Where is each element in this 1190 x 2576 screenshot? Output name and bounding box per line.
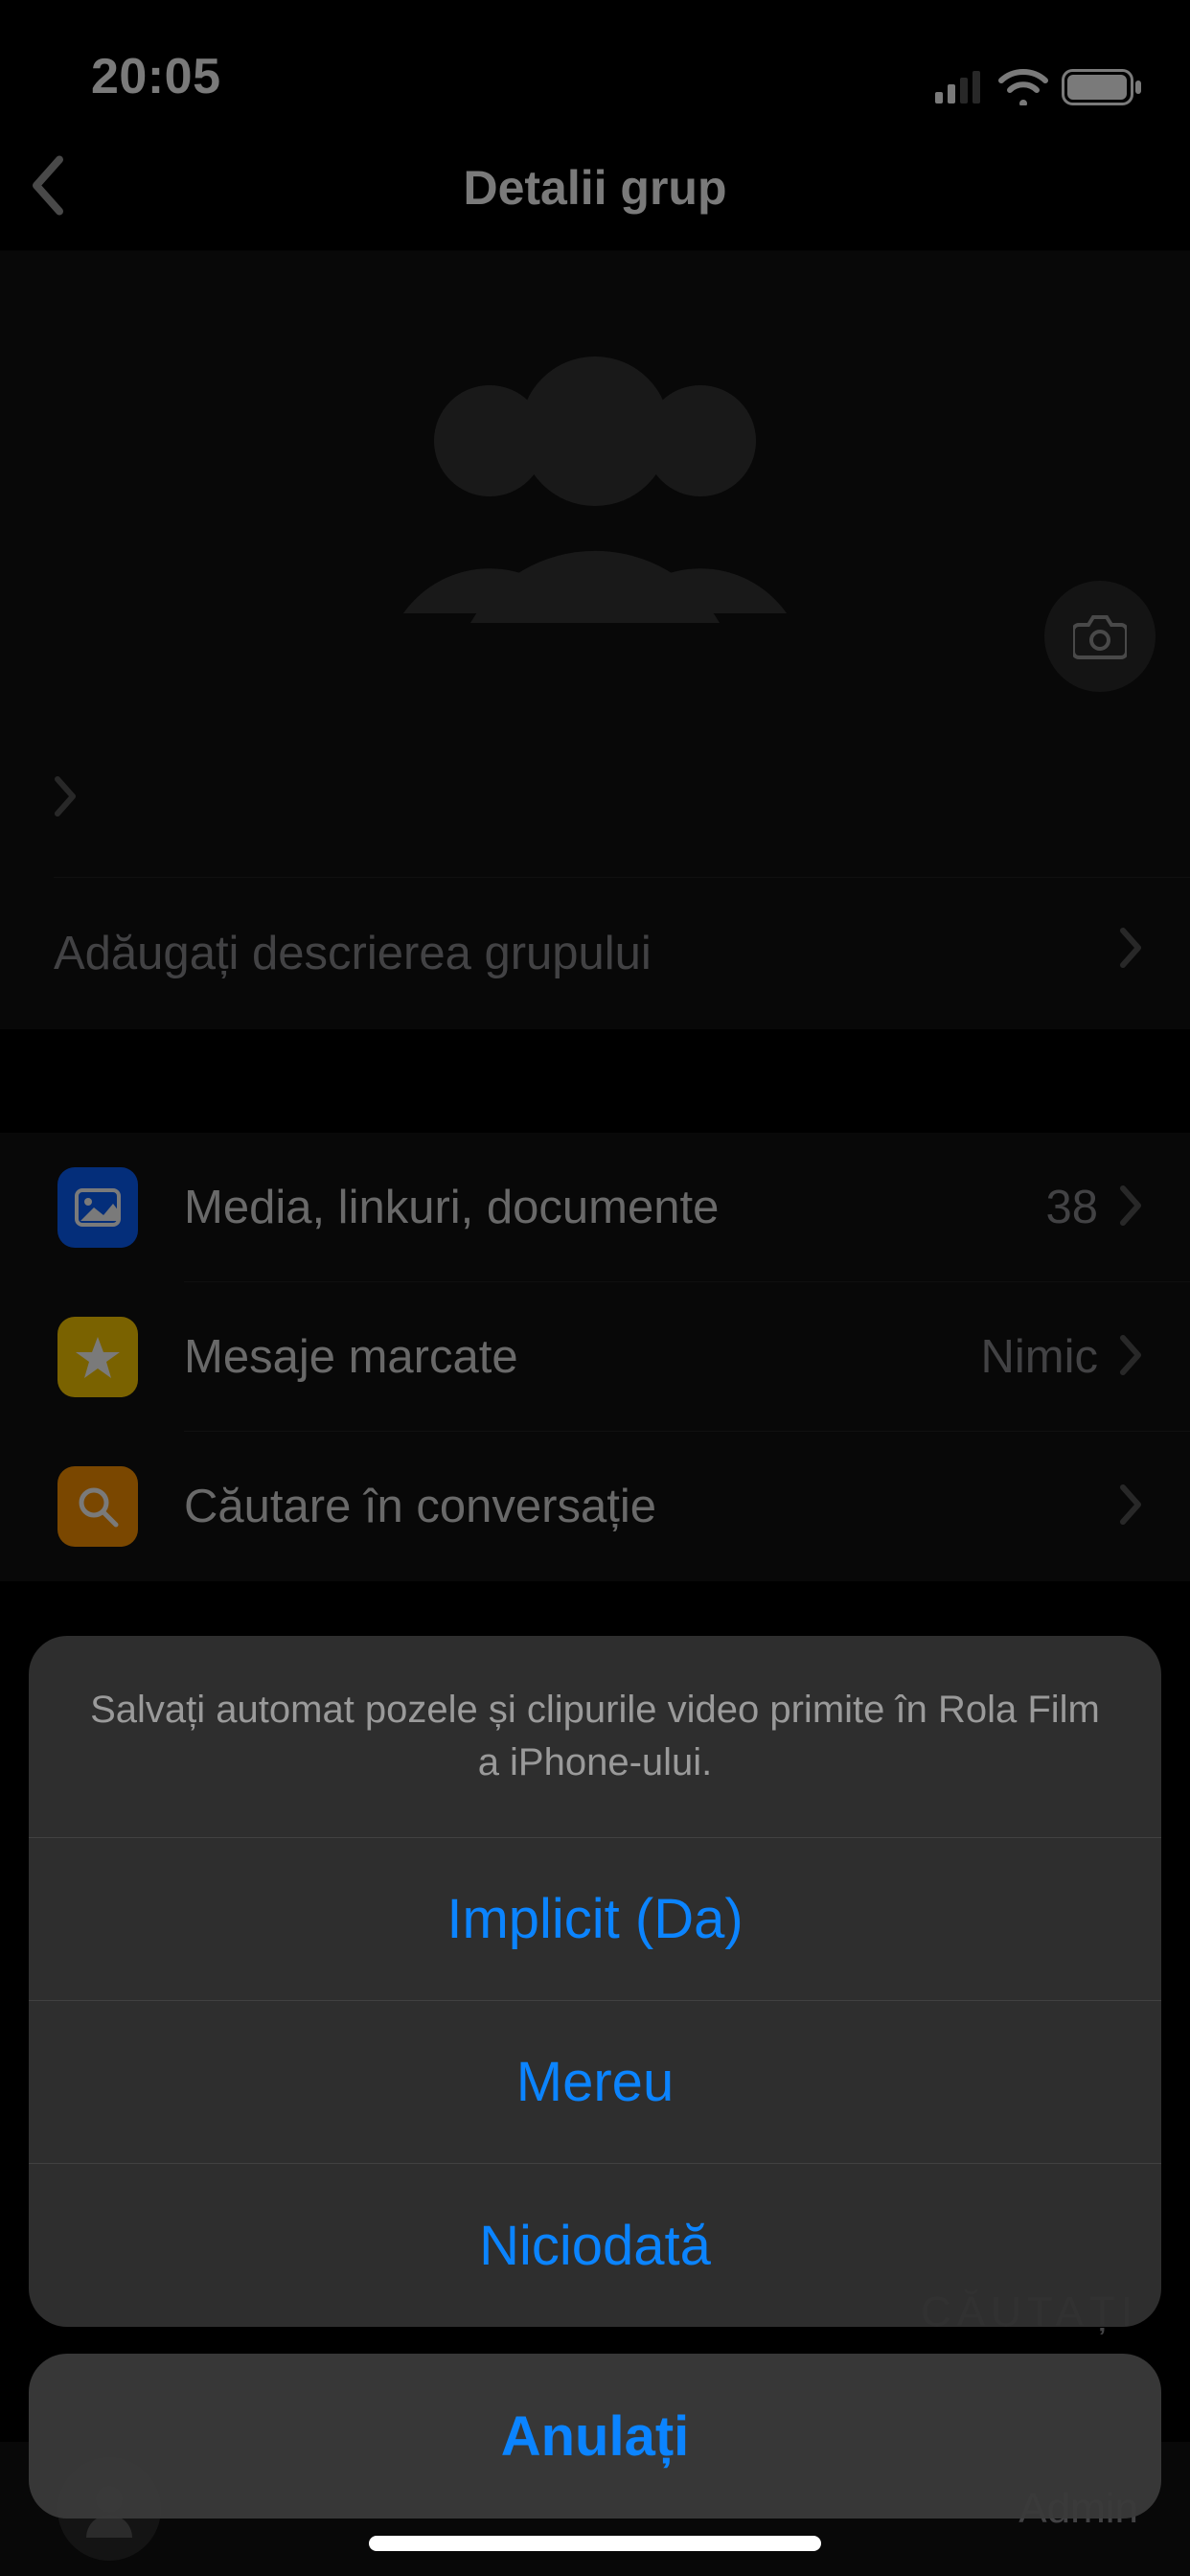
chevron-right-icon	[1119, 1334, 1144, 1381]
group-avatar-section	[0, 251, 1190, 726]
status-bar: 20:05	[0, 0, 1190, 125]
search-icon	[57, 1466, 138, 1547]
option-default[interactable]: Implicit (Da)	[29, 1838, 1161, 2001]
change-photo-button[interactable]	[1044, 581, 1156, 692]
media-label: Media, linkuri, documente	[184, 1181, 719, 1234]
option-never[interactable]: Niciodată	[29, 2164, 1161, 2327]
chevron-right-icon	[54, 775, 79, 829]
chevron-right-icon	[1119, 927, 1144, 980]
back-button[interactable]	[29, 155, 63, 219]
status-time: 20:05	[91, 48, 221, 105]
star-icon	[57, 1317, 138, 1397]
nav-header: Detalii grup	[0, 125, 1190, 251]
camera-icon	[1073, 613, 1127, 659]
starred-value: Nimic	[981, 1330, 1098, 1384]
option-always[interactable]: Mereu	[29, 2001, 1161, 2164]
cancel-button[interactable]: Anulați	[29, 2354, 1161, 2518]
cellular-icon	[935, 71, 985, 104]
action-sheet-prompt: Salvați automat pozele și clipurile vide…	[29, 1636, 1161, 1838]
picture-icon	[57, 1167, 138, 1248]
search-label: Căutare în conversație	[184, 1480, 656, 1533]
page-title: Detalii grup	[463, 160, 726, 216]
media-count: 38	[1045, 1181, 1098, 1234]
chevron-right-icon	[1119, 1184, 1144, 1231]
home-indicator[interactable]	[369, 2536, 821, 2551]
group-name-row[interactable]	[0, 726, 1190, 878]
chevron-right-icon	[1119, 1484, 1144, 1530]
group-description-label: Adăugați descrierea grupului	[54, 927, 652, 980]
back-icon	[29, 155, 63, 215]
starred-label: Mesaje marcate	[184, 1330, 518, 1384]
status-right	[935, 69, 1142, 105]
group-description-row[interactable]: Adăugați descrierea grupului	[0, 878, 1190, 1029]
battery-icon	[1062, 69, 1142, 105]
search-in-chat-row[interactable]: Căutare în conversație	[0, 1432, 1190, 1581]
group-icon	[346, 335, 844, 642]
action-sheet: Salvați automat pozele și clipurile vide…	[29, 1636, 1161, 2518]
wifi-icon	[998, 69, 1048, 105]
starred-messages-row[interactable]: Mesaje marcate Nimic	[0, 1282, 1190, 1432]
media-links-docs-row[interactable]: Media, linkuri, documente 38	[0, 1133, 1190, 1282]
